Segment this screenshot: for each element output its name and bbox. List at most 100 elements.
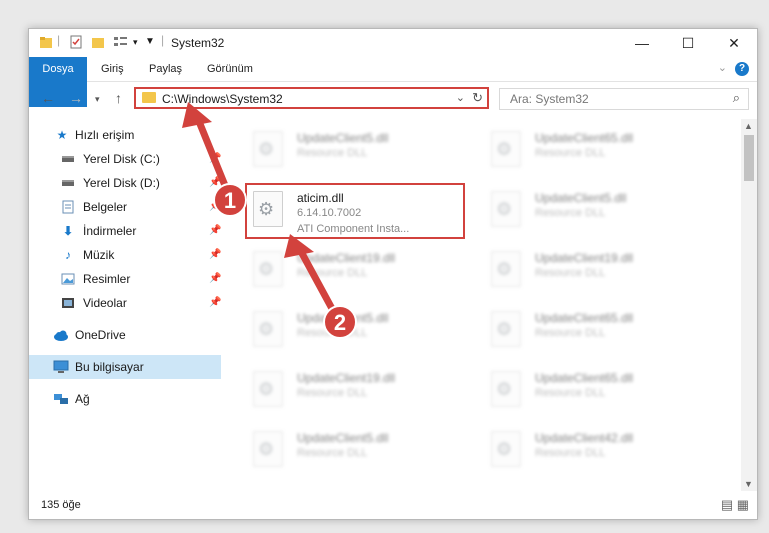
drive-icon — [61, 152, 75, 166]
pin-icon[interactable]: 📌 — [209, 147, 221, 171]
explorer-window: | ▾ ▼ | System32 — ☐ ✕ Dosya Giriş Payla… — [28, 28, 758, 520]
up-icon[interactable]: ↑ — [115, 90, 122, 106]
vertical-scrollbar[interactable]: ▲ ▼ — [741, 119, 757, 491]
scrollbar-thumb[interactable] — [744, 135, 754, 181]
sidebar-item-label: Hızlı erişim — [75, 128, 135, 142]
file-type: Resource DLL — [297, 387, 368, 399]
navigation-pane: ★ Hızlı erişim Yerel Disk (C:) 📌 Yerel D… — [29, 119, 221, 491]
pin-icon[interactable]: 📌 — [209, 291, 221, 315]
sidebar-item-label: Yerel Disk (C:) — [83, 152, 160, 166]
pin-icon[interactable]: 📌 — [209, 267, 221, 291]
list-item[interactable]: ⚙ UpdateClient19.dll Resource DLL — [487, 245, 717, 295]
dll-file-icon: ⚙ — [491, 371, 521, 407]
search-icon[interactable]: ⌕ — [733, 90, 740, 106]
gear-icon: ⚙ — [258, 439, 275, 459]
list-item[interactable]: ⚙ UpdateClient5.dll Resource DLL — [487, 185, 717, 235]
pin-icon[interactable]: 📌 — [209, 171, 221, 195]
tab-share[interactable]: Paylaş — [149, 57, 182, 81]
list-item[interactable]: ⚙ UpdateClient42.dll Resource DLL — [487, 425, 717, 475]
sidebar-item-onedrive[interactable]: OneDrive — [29, 323, 221, 347]
search-input[interactable]: Ara: System32 ⌕ — [499, 88, 749, 110]
tab-view[interactable]: Görünüm — [207, 57, 253, 81]
list-item[interactable]: ⚙ UpdateClient19.dll Resource DLL — [249, 245, 479, 295]
music-icon: ♪ — [65, 248, 71, 262]
sidebar-item-downloads[interactable]: ⬇ İndirmeler 📌 — [29, 219, 221, 243]
gear-icon: ⚙ — [258, 379, 275, 399]
file-name: UpdateClient65.dll — [535, 311, 634, 325]
list-item[interactable]: ⚙ UpdateClient65.dll Resource DLL — [487, 305, 717, 355]
customize-quick-access-icon[interactable]: ▾ — [133, 37, 138, 48]
scroll-up-icon[interactable]: ▲ — [744, 121, 753, 131]
folder-icon — [40, 37, 52, 48]
cloud-icon — [53, 328, 68, 342]
tab-home[interactable]: Giriş — [101, 57, 124, 81]
dll-file-icon: ⚙ — [491, 251, 521, 287]
list-item[interactable]: ⚙ UpdateClient65.dll Resource DLL — [487, 125, 717, 175]
sidebar-item-local-disk-d[interactable]: Yerel Disk (D:) 📌 — [29, 171, 221, 195]
collapse-ribbon-icon[interactable]: ⌄ — [718, 61, 727, 74]
computer-icon — [53, 360, 69, 374]
list-item[interactable]: ⚙ UpdateClient5.dll Resource DLL — [249, 425, 479, 475]
properties-icon[interactable] — [69, 35, 83, 49]
chevron-down-icon[interactable]: ▼ — [145, 36, 155, 47]
recent-locations-icon[interactable]: ▾ — [95, 94, 100, 105]
view-toggle-icons[interactable]: ▤ ▦ — [721, 497, 749, 513]
file-name: UpdateClient5.dll — [297, 311, 389, 325]
dll-file-icon: ⚙ — [491, 131, 521, 167]
network-icon — [53, 392, 68, 406]
help-icon[interactable]: ? — [735, 62, 749, 76]
refresh-icon[interactable]: ↻ — [472, 90, 483, 106]
sidebar-item-label: Bu bilgisayar — [75, 360, 144, 374]
file-type: Resource DLL — [535, 207, 606, 219]
pin-icon[interactable]: 📌 — [209, 219, 221, 243]
sidebar-item-label: Belgeler — [83, 200, 128, 214]
sidebar-item-this-pc[interactable]: Bu bilgisayar — [29, 355, 221, 379]
drive-icon — [61, 176, 75, 190]
pin-icon[interactable]: 📌 — [209, 195, 221, 219]
gear-icon: ⚙ — [496, 379, 513, 399]
list-item[interactable]: ⚙ UpdateClient5.dll Resource DLL — [249, 125, 479, 175]
scroll-down-icon[interactable]: ▼ — [744, 479, 753, 489]
sidebar-item-music[interactable]: ♪ Müzik 📌 — [29, 243, 221, 267]
minimize-button[interactable]: — — [619, 29, 665, 57]
sidebar-item-local-disk-c[interactable]: Yerel Disk (C:) 📌 — [29, 147, 221, 171]
sidebar-item-label: İndirmeler — [83, 224, 137, 238]
back-icon[interactable]: ← — [41, 90, 55, 106]
maximize-button[interactable]: ☐ — [665, 29, 711, 57]
dll-file-icon: ⚙ — [491, 431, 521, 467]
address-path[interactable]: C:\Windows\System32 — [162, 92, 283, 106]
star-icon: ★ — [56, 128, 68, 142]
documents-icon — [61, 200, 75, 214]
sidebar-item-documents[interactable]: Belgeler 📌 — [29, 195, 221, 219]
file-type: Resource DLL — [535, 147, 606, 159]
gear-icon: ⚙ — [496, 199, 513, 219]
sidebar-item-videos[interactable]: Videolar 📌 — [29, 291, 221, 315]
list-item[interactable]: ⚙ UpdateClient19.dll Resource DLL — [249, 365, 479, 415]
video-icon — [61, 296, 75, 310]
pin-icon[interactable]: 📌 — [209, 243, 221, 267]
new-folder-icon[interactable] — [91, 35, 105, 49]
forward-icon[interactable]: → — [69, 90, 83, 106]
list-item[interactable]: ⚙ UpdateClient5.dll Resource DLL — [249, 305, 479, 355]
file-name: UpdateClient42.dll — [535, 431, 634, 445]
file-type: Resource DLL — [297, 267, 368, 279]
sidebar-item-label: Videolar — [83, 296, 127, 310]
sidebar-item-pictures[interactable]: Resimler 📌 — [29, 267, 221, 291]
address-bar[interactable]: C:\Windows\System32 ⌄ ↻ — [134, 87, 489, 109]
file-type: Resource DLL — [535, 447, 606, 459]
close-button[interactable]: ✕ — [711, 29, 757, 57]
list-item[interactable]: ⚙ UpdateClient65.dll Resource DLL — [487, 365, 717, 415]
chevron-down-icon[interactable]: ⌄ — [456, 91, 465, 104]
sidebar-item-quick-access[interactable]: ★ Hızlı erişim — [29, 123, 221, 147]
window-title: System32 — [171, 36, 225, 50]
gear-icon: ⚙ — [258, 139, 275, 159]
file-type: Resource DLL — [297, 147, 368, 159]
sidebar-item-network[interactable]: Ağ — [29, 387, 221, 411]
file-type: Resource DLL — [297, 327, 368, 339]
title-separator: | — [161, 33, 165, 47]
file-type: Resource DLL — [535, 387, 606, 399]
view-icon[interactable] — [113, 35, 129, 49]
file-type: Resource DLL — [535, 267, 606, 279]
folder-icon — [142, 92, 156, 103]
file-name: UpdateClient5.dll — [297, 431, 389, 445]
